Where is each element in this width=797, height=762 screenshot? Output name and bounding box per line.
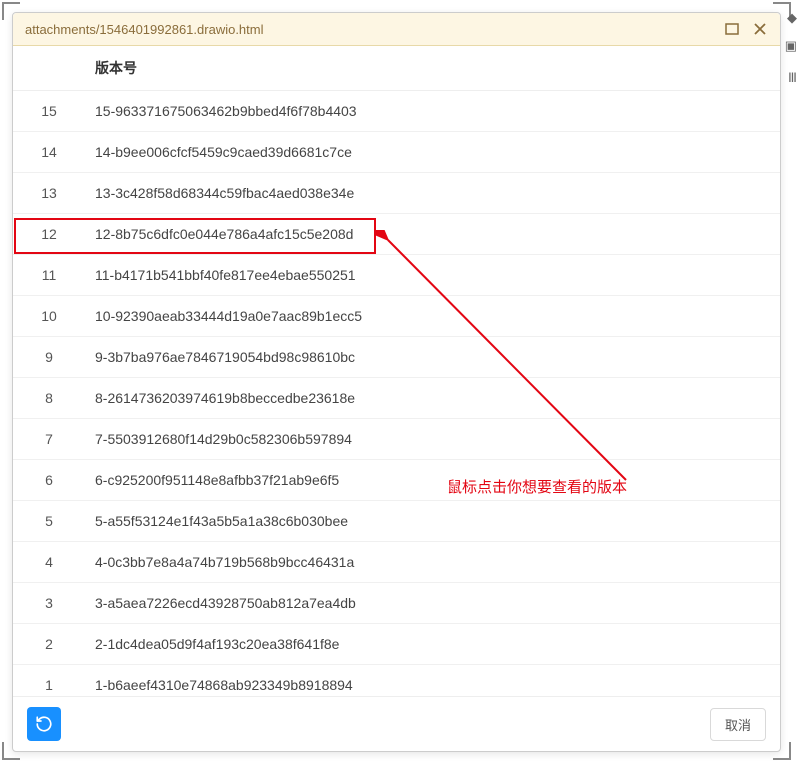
row-number: 13 [13,173,85,214]
row-number: 10 [13,296,85,337]
row-number: 15 [13,91,85,132]
table-row[interactable]: 1515-963371675063462b9bbed4f6f78b4403 [13,91,780,132]
row-number: 6 [13,460,85,501]
row-number: 7 [13,419,85,460]
table-row[interactable]: 1212-8b75c6dfc0e044e786a4afc15c5e208d [13,214,780,255]
row-number: 3 [13,583,85,624]
row-number: 2 [13,624,85,665]
dialog-title: attachments/1546401992861.drawio.html [25,22,264,37]
row-number: 14 [13,132,85,173]
row-version: 6-c925200f951148e8afbb37f21ab9e6f5 [85,460,780,501]
column-header-number [13,46,85,91]
table-row[interactable]: 55-a55f53124e1f43a5b5a1a38c6b030bee [13,501,780,542]
cube-icon: ▣ [785,38,797,54]
table-row[interactable]: 1414-b9ee006cfcf5459c9caed39d6681c7ce [13,132,780,173]
table-row[interactable]: 88-2614736203974619b8beccedbe23618e [13,378,780,419]
row-version: 11-b4171b541bbf40fe817ee4ebae550251 [85,255,780,296]
row-version: 4-0c3bb7e8a4a74b719b568b9bcc46431a [85,542,780,583]
row-number: 4 [13,542,85,583]
nav-up-icon: ◆ [787,10,797,26]
table-row[interactable]: 66-c925200f951148e8afbb37f21ab9e6f5 [13,460,780,501]
table-row[interactable]: 1010-92390aeab33444d19a0e7aac89b1ecc5 [13,296,780,337]
row-version: 3-a5aea7226ecd43928750ab812a7ea4db [85,583,780,624]
bars-icon: Ⅲ [788,70,797,86]
row-number: 12 [13,214,85,255]
row-version: 5-a55f53124e1f43a5b5a1a38c6b030bee [85,501,780,542]
row-version: 9-3b7ba976ae7846719054bd98c98610bc [85,337,780,378]
maximize-icon[interactable] [724,21,740,37]
version-history-dialog: attachments/1546401992861.drawio.html 版本… [12,12,781,752]
column-header-version: 版本号 [85,46,780,91]
row-version: 14-b9ee006cfcf5459c9caed39d6681c7ce [85,132,780,173]
row-number: 9 [13,337,85,378]
table-row[interactable]: 1111-b4171b541bbf40fe817ee4ebae550251 [13,255,780,296]
side-decoration: ◆ ▣ Ⅲ [785,0,797,762]
table-row[interactable]: 1313-3c428f58d68344c59fbac4aed038e34e [13,173,780,214]
row-number: 8 [13,378,85,419]
row-version: 10-92390aeab33444d19a0e7aac89b1ecc5 [85,296,780,337]
table-row[interactable]: 77-5503912680f14d29b0c582306b597894 [13,419,780,460]
dialog-footer: 取消 [13,696,780,751]
row-version: 2-1dc4dea05d9f4af193c20ea38f641f8e [85,624,780,665]
table-row[interactable]: 99-3b7ba976ae7846719054bd98c98610bc [13,337,780,378]
version-table: 版本号 1515-963371675063462b9bbed4f6f78b440… [13,46,780,696]
version-table-container: 版本号 1515-963371675063462b9bbed4f6f78b440… [13,46,780,696]
row-number: 5 [13,501,85,542]
table-row[interactable]: 22-1dc4dea05d9f4af193c20ea38f641f8e [13,624,780,665]
table-row[interactable]: 44-0c3bb7e8a4a74b719b568b9bcc46431a [13,542,780,583]
row-number: 11 [13,255,85,296]
close-icon[interactable] [752,21,768,37]
row-version: 7-5503912680f14d29b0c582306b597894 [85,419,780,460]
row-version: 13-3c428f58d68344c59fbac4aed038e34e [85,173,780,214]
row-version: 1-b6aeef4310e74868ab923349b8918894 [85,665,780,697]
row-number: 1 [13,665,85,697]
table-row[interactable]: 33-a5aea7226ecd43928750ab812a7ea4db [13,583,780,624]
dialog-header: attachments/1546401992861.drawio.html [13,13,780,46]
row-version: 8-2614736203974619b8beccedbe23618e [85,378,780,419]
row-version: 12-8b75c6dfc0e044e786a4afc15c5e208d [85,214,780,255]
row-version: 15-963371675063462b9bbed4f6f78b4403 [85,91,780,132]
restore-button[interactable] [27,707,61,741]
cancel-button[interactable]: 取消 [710,708,766,741]
table-row[interactable]: 11-b6aeef4310e74868ab923349b8918894 [13,665,780,697]
